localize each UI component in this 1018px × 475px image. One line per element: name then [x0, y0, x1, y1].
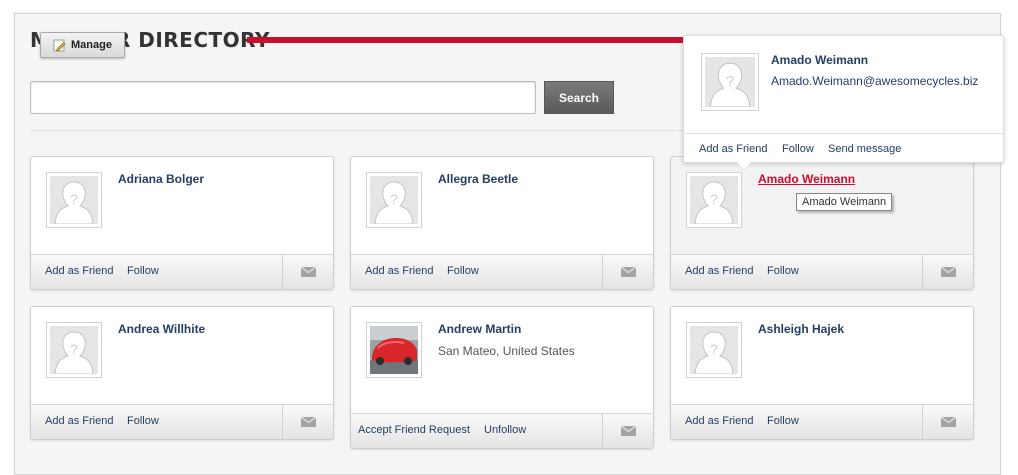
search-button[interactable]: Search [544, 81, 614, 114]
mail-icon [620, 267, 636, 277]
card-footer: Add as Friend Follow [671, 254, 973, 289]
card-footer: Add as Friend Follow [671, 404, 973, 439]
follow-link[interactable]: Follow [127, 265, 159, 277]
message-button[interactable] [282, 405, 333, 439]
mail-icon [300, 267, 316, 277]
follow-link[interactable]: Follow [447, 265, 479, 277]
member-hover-card: ? Amado Weimann Amado.Weimann@awesomecyc… [683, 35, 1004, 163]
member-card: ? Allegra Beetle Add as Friend Follow [350, 156, 654, 290]
message-button[interactable] [922, 405, 973, 439]
accept-friend-request-link[interactable]: Accept Friend Request [358, 424, 470, 436]
svg-text:?: ? [710, 341, 718, 357]
member-card: ? Amado Weimann Add as Friend Follow [670, 156, 974, 290]
follow-link[interactable]: Follow [767, 265, 799, 277]
mail-icon [300, 417, 316, 427]
member-location: San Mateo, United States [438, 344, 575, 358]
popup-send-message-link[interactable]: Send message [828, 143, 901, 155]
add-friend-link[interactable]: Add as Friend [45, 265, 113, 277]
member-name-link[interactable]: Allegra Beetle [438, 172, 518, 186]
mail-icon [940, 417, 956, 427]
card-footer: Add as Friend Follow [351, 254, 653, 289]
mail-icon [620, 426, 636, 436]
svg-text:?: ? [726, 74, 734, 90]
pencil-icon [53, 39, 66, 52]
svg-text:?: ? [70, 191, 78, 207]
svg-text:?: ? [710, 191, 718, 207]
member-card: ? Adriana Bolger Add as Friend Follow [30, 156, 334, 290]
message-button[interactable] [922, 255, 973, 289]
title-underline [247, 37, 684, 43]
manage-label: Manage [71, 39, 112, 51]
member-name-link[interactable]: Andrew Martin [438, 322, 521, 336]
member-card: Andrew Martin San Mateo, United States A… [350, 306, 654, 449]
card-footer: Add as Friend Follow [31, 404, 333, 439]
profile-photo[interactable] [366, 322, 422, 378]
message-button[interactable] [602, 255, 653, 289]
popup-add-friend-link[interactable]: Add as Friend [699, 143, 767, 155]
member-name-link[interactable]: Ashleigh Hajek [758, 322, 844, 336]
member-card: ? Ashleigh Hajek Add as Friend Follow [670, 306, 974, 440]
member-name-link[interactable]: Amado Weimann [758, 172, 855, 186]
follow-link[interactable]: Follow [127, 415, 159, 427]
message-button[interactable] [282, 255, 333, 289]
card-footer: Accept Friend Request Unfollow [351, 413, 653, 448]
member-name-link[interactable]: Andrea Willhite [118, 322, 205, 336]
manage-button[interactable]: Manage [40, 32, 125, 58]
popup-member-name[interactable]: Amado Weimann [771, 53, 868, 67]
add-friend-link[interactable]: Add as Friend [685, 265, 753, 277]
card-footer: Add as Friend Follow [31, 254, 333, 289]
popup-member-email: Amado.Weimann@awesomecycles.biz [771, 74, 979, 88]
unfollow-link[interactable]: Unfollow [484, 424, 526, 436]
add-friend-link[interactable]: Add as Friend [45, 415, 113, 427]
default-avatar-icon[interactable]: ? [46, 172, 102, 228]
divider [30, 130, 685, 131]
name-tooltip: Amado Weimann [796, 193, 893, 211]
default-avatar-icon[interactable]: ? [366, 172, 422, 228]
follow-link[interactable]: Follow [767, 415, 799, 427]
popup-follow-link[interactable]: Follow [782, 143, 814, 155]
default-avatar-icon[interactable]: ? [686, 172, 742, 228]
svg-text:?: ? [70, 341, 78, 357]
search-input[interactable] [30, 81, 536, 114]
member-card: ? Andrea Willhite Add as Friend Follow [30, 306, 334, 440]
default-avatar-icon[interactable]: ? [46, 322, 102, 378]
add-friend-link[interactable]: Add as Friend [365, 265, 433, 277]
member-name-link[interactable]: Adriana Bolger [118, 172, 204, 186]
message-button[interactable] [602, 414, 653, 448]
svg-text:?: ? [390, 191, 398, 207]
default-avatar-icon[interactable]: ? [701, 53, 759, 111]
popup-pointer [737, 162, 751, 170]
popup-divider [684, 133, 1003, 134]
default-avatar-icon[interactable]: ? [686, 322, 742, 378]
mail-icon [940, 267, 956, 277]
add-friend-link[interactable]: Add as Friend [685, 415, 753, 427]
